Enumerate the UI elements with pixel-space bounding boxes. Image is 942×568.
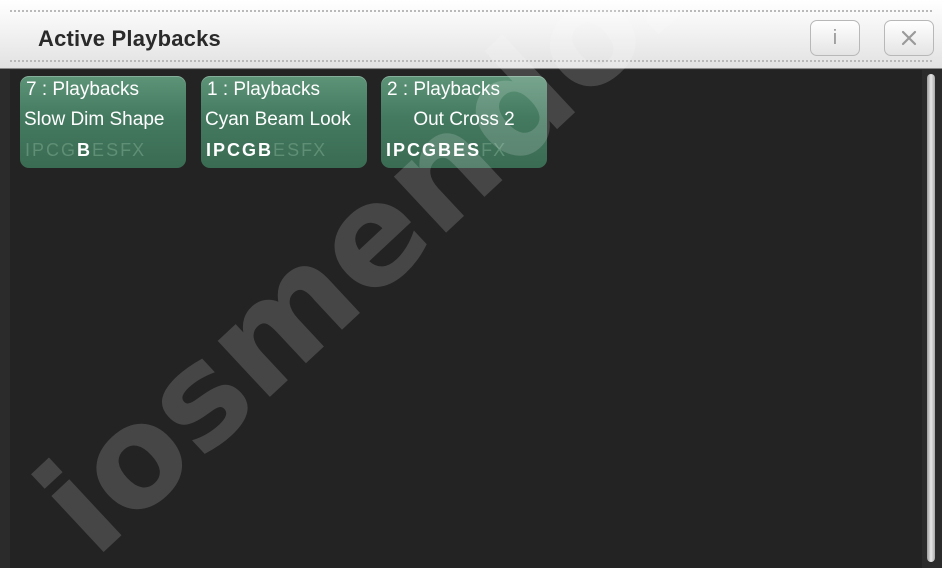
flag-b: B: [77, 140, 92, 160]
flag-b: B: [438, 140, 453, 160]
flag-p: P: [213, 140, 227, 160]
active-playbacks-window: Active Playbacks i 7 : Playbacks Slow Di…: [0, 0, 942, 568]
attribute-flags: IPCGBESFX: [386, 140, 507, 161]
flag-i: I: [206, 140, 213, 160]
playback-tile[interactable]: 7 : Playbacks Slow Dim Shape IPCGBESFX: [20, 76, 186, 168]
flag-g: G: [61, 140, 77, 160]
flag-e: E: [273, 140, 287, 160]
flag-s: S: [106, 140, 120, 160]
playback-name: Cyan Beam Look: [205, 109, 351, 130]
flag-p: P: [32, 140, 46, 160]
playback-number: 7 : Playbacks: [26, 79, 139, 100]
playback-name: Out Cross 2: [413, 109, 515, 130]
title-bar[interactable]: Active Playbacks i: [0, 0, 942, 69]
scrollbar-thumb[interactable]: [927, 74, 935, 562]
info-icon: i: [832, 26, 838, 49]
close-button[interactable]: [884, 20, 934, 56]
flag-e: E: [92, 140, 106, 160]
playback-number: 2 : Playbacks: [387, 79, 500, 100]
playback-number: 1 : Playbacks: [207, 79, 320, 100]
flag-b: B: [258, 140, 273, 160]
attribute-flags: IPCGBESFX: [25, 140, 146, 161]
attribute-flags: IPCGBESFX: [206, 140, 327, 161]
flag-g: G: [242, 140, 258, 160]
playback-tile[interactable]: 1 : Playbacks Cyan Beam Look IPCGBESFX: [201, 76, 367, 168]
vertical-scrollbar[interactable]: [924, 72, 938, 564]
flag-s: S: [287, 140, 301, 160]
flag-fx: FX: [481, 140, 507, 160]
playback-name: Slow Dim Shape: [24, 109, 165, 130]
flag-p: P: [393, 140, 407, 160]
playback-tile[interactable]: 2 : Playbacks Out Cross 2 IPCGBESFX: [381, 76, 547, 168]
close-icon: [901, 30, 917, 46]
flag-c: C: [407, 140, 422, 160]
flag-i: I: [386, 140, 393, 160]
flag-i: I: [25, 140, 32, 160]
flag-g: G: [422, 140, 438, 160]
flag-c: C: [46, 140, 61, 160]
flag-e: E: [453, 140, 467, 160]
flag-s: S: [467, 140, 481, 160]
flag-fx: FX: [301, 140, 327, 160]
window-title: Active Playbacks: [38, 26, 221, 51]
flag-c: C: [227, 140, 242, 160]
flag-fx: FX: [120, 140, 146, 160]
info-button[interactable]: i: [810, 20, 860, 56]
